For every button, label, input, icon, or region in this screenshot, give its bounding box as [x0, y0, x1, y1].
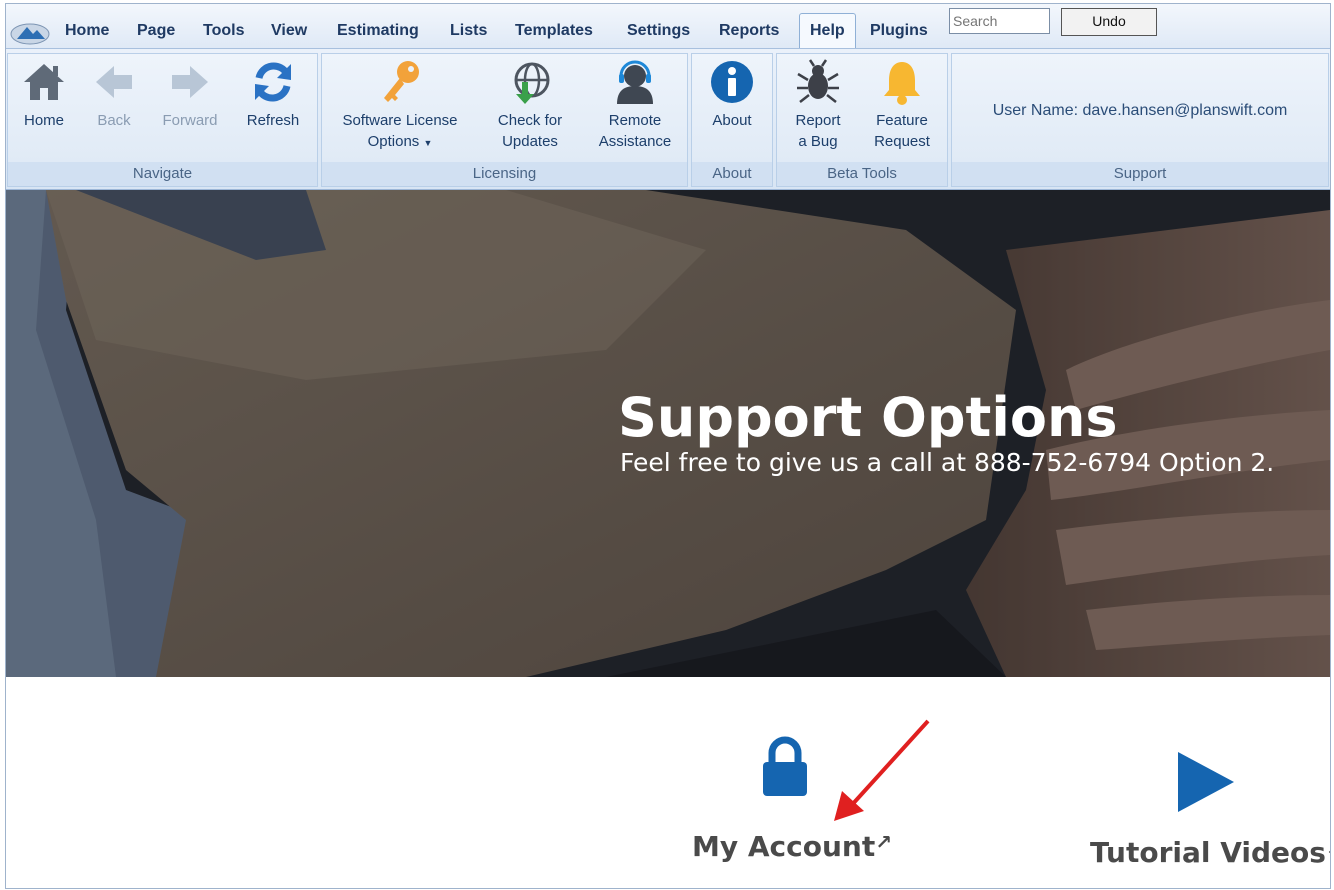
bug-icon [797, 59, 839, 103]
forward-button-label: Forward [162, 112, 218, 129]
tab-reports[interactable]: Reports [719, 22, 779, 40]
home-button[interactable]: Home [14, 58, 74, 131]
tab-estimating[interactable]: Estimating [337, 22, 419, 40]
my-account-label[interactable]: My Account [692, 830, 875, 863]
lock-icon [763, 736, 807, 796]
report-bug-label-line2: a Bug [798, 133, 838, 150]
tutorial-videos-label-row: Tutorial Videos↗ [1086, 836, 1330, 869]
feature-request-button[interactable]: Feature Request [863, 58, 941, 152]
tab-view[interactable]: View [271, 22, 307, 40]
hero-subtitle: Feel free to give us a call at 888-752-6… [620, 448, 1275, 477]
tab-plugins[interactable]: Plugins [870, 22, 928, 40]
report-bug-button[interactable]: Report a Bug [783, 58, 853, 152]
navigate-group-label: Navigate [8, 162, 317, 186]
tutorial-videos-label[interactable]: Tutorial Videos [1090, 836, 1326, 869]
about-group-label: About [692, 162, 772, 186]
globe-download-icon [514, 62, 550, 104]
app-menu-button[interactable] [9, 17, 51, 45]
feature-request-label-line2: Request [874, 133, 930, 150]
feature-request-label-line1: Feature [876, 112, 928, 129]
app-logo-icon [10, 23, 50, 45]
check-for-updates-button[interactable]: Check for Updates [486, 58, 574, 152]
headset-icon [617, 60, 653, 104]
about-button[interactable]: About [700, 58, 764, 131]
key-icon [384, 61, 419, 102]
tab-help[interactable]: Help [799, 13, 856, 49]
info-icon [711, 61, 753, 103]
licensing-group: Software License Options ▼ Check for Upd… [321, 53, 688, 187]
play-icon [1178, 752, 1234, 812]
ribbon-tab-bar: Home Page Tools View Estimating Lists Te… [6, 4, 1330, 49]
tutorial-videos-card[interactable]: Tutorial Videos↗ [1086, 752, 1330, 869]
chevron-down-icon: ▼ [423, 138, 433, 148]
undo-button[interactable]: Undo [1061, 8, 1157, 36]
report-bug-label-line1: Report [795, 112, 841, 129]
refresh-icon [255, 62, 291, 102]
check-updates-label-line1: Check for [497, 112, 563, 129]
support-group-label: Support [952, 162, 1328, 186]
home-button-label: Home [23, 112, 64, 129]
external-link-icon: ↗ [1326, 836, 1330, 860]
tab-page[interactable]: Page [137, 22, 175, 40]
beta-tools-group: Report a Bug Feature Request Beta Tools [776, 53, 948, 187]
software-license-label-line2: Options [367, 133, 420, 150]
user-name-text: User Name: dave.hansen@planswift.com [992, 102, 1288, 119]
beta-tools-group-label: Beta Tools [777, 162, 947, 186]
arrow-left-icon [96, 66, 132, 98]
hero-title: Support Options [618, 386, 1118, 449]
tab-lists[interactable]: Lists [450, 22, 487, 40]
tab-settings[interactable]: Settings [627, 22, 690, 40]
remote-assistance-label-line2: Assistance [598, 133, 672, 150]
tab-home[interactable]: Home [65, 22, 109, 40]
about-button-label: About [712, 112, 752, 129]
back-button-label: Back [97, 112, 131, 129]
tab-tools[interactable]: Tools [203, 22, 244, 40]
remote-assistance-button[interactable]: Remote Assistance [587, 58, 683, 152]
licensing-group-label: Licensing [322, 162, 687, 186]
ribbon: Home Back Forward Refresh Navigate Softw… [6, 48, 1330, 191]
my-account-label-row: My Account↗ [692, 830, 892, 863]
navigate-group: Home Back Forward Refresh Navigate [7, 53, 318, 187]
forward-button[interactable]: Forward [152, 58, 228, 131]
support-hero-banner: Support Options Feel free to give us a c… [6, 190, 1330, 677]
refresh-button[interactable]: Refresh [237, 58, 309, 131]
check-updates-label-line2: Updates [502, 133, 558, 150]
refresh-button-label: Refresh [246, 112, 300, 129]
about-group: About About [691, 53, 773, 187]
remote-assistance-label-line1: Remote [608, 112, 662, 129]
home-icon [24, 64, 64, 100]
arrow-right-icon [172, 66, 208, 98]
bell-icon [884, 62, 920, 105]
back-button[interactable]: Back [84, 58, 144, 131]
support-group: User Name: dave.hansen@planswift.com Sup… [951, 53, 1329, 187]
software-license-label-line1: Software License [342, 112, 458, 129]
tab-templates[interactable]: Templates [515, 22, 593, 40]
software-license-options-button[interactable]: Software License Options ▼ [330, 58, 470, 154]
search-input[interactable] [949, 8, 1050, 34]
planswift-window: Home Page Tools View Estimating Lists Te… [5, 3, 1331, 889]
external-link-icon: ↗ [875, 830, 892, 854]
annotation-arrow [834, 719, 930, 821]
